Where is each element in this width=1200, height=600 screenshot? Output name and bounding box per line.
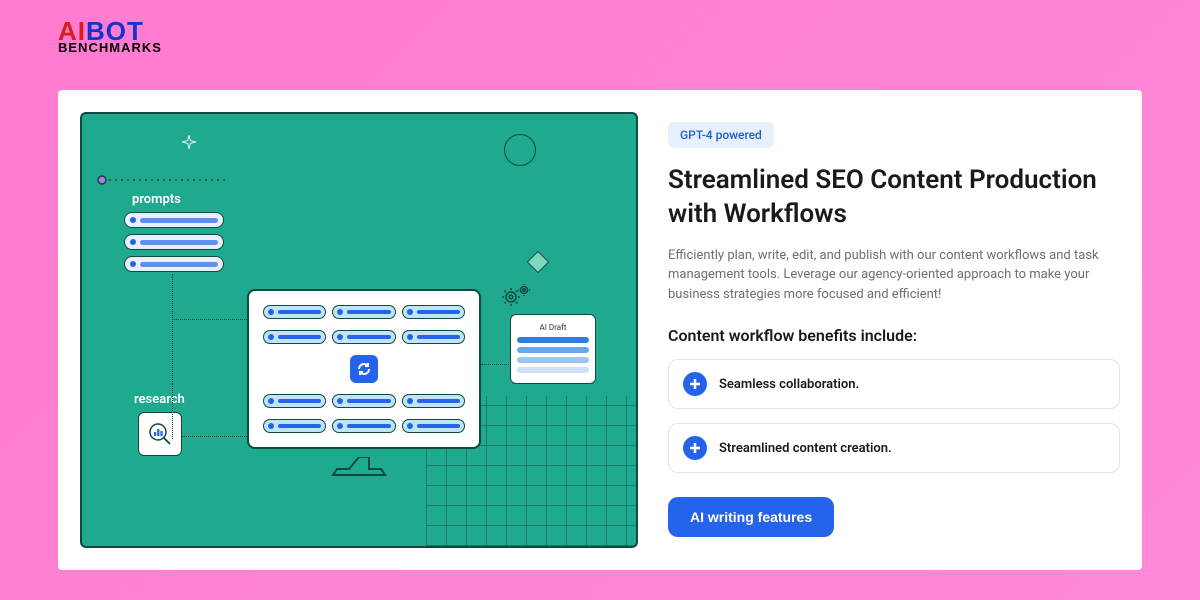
benefit-item[interactable]: Seamless collaboration. bbox=[668, 359, 1120, 409]
ai-writing-features-button[interactable]: AI writing features bbox=[668, 497, 834, 537]
workflow-illustration: prompts research bbox=[80, 112, 638, 548]
ai-draft-panel: AI Draft bbox=[510, 314, 596, 384]
refresh-icon bbox=[350, 355, 378, 383]
wire bbox=[172, 384, 173, 439]
draft-line bbox=[517, 337, 589, 343]
site-logo: AI BOT BENCHMARKS bbox=[58, 18, 162, 55]
content-column: GPT-4 powered Streamlined SEO Content Pr… bbox=[668, 112, 1120, 548]
section-heading: Streamlined SEO Content Production with … bbox=[668, 164, 1120, 232]
benefits-subheading: Content workflow benefits include: bbox=[668, 326, 1120, 345]
wire bbox=[172, 319, 247, 320]
ai-draft-title: AI Draft bbox=[517, 321, 589, 337]
research-icon bbox=[138, 412, 182, 456]
plus-icon bbox=[683, 436, 707, 460]
prompt-item bbox=[124, 256, 224, 272]
research-label: research bbox=[134, 392, 185, 407]
circle-decoration bbox=[504, 134, 536, 166]
wire bbox=[182, 436, 247, 437]
prompt-item bbox=[124, 234, 224, 250]
benefit-text: Seamless collaboration. bbox=[719, 377, 859, 392]
wire bbox=[172, 274, 173, 384]
benefit-text: Streamlined content creation. bbox=[719, 441, 892, 456]
gpt4-badge: GPT-4 powered bbox=[668, 122, 774, 148]
benefit-item[interactable]: Streamlined content creation. bbox=[668, 423, 1120, 473]
diamond-decoration bbox=[527, 251, 550, 274]
dot-path-decoration bbox=[97, 174, 237, 186]
monitor-illustration bbox=[247, 289, 481, 469]
prompt-item bbox=[124, 212, 224, 228]
monitor-stand bbox=[329, 457, 399, 487]
sparkle-icon bbox=[182, 134, 196, 148]
draft-line bbox=[517, 357, 589, 363]
draft-line bbox=[517, 347, 589, 353]
wire bbox=[481, 364, 511, 365]
feature-card: prompts research bbox=[58, 90, 1142, 570]
section-description: Efficiently plan, write, edit, and publi… bbox=[668, 246, 1120, 305]
draft-line bbox=[517, 367, 589, 373]
gear-icon bbox=[502, 284, 532, 310]
logo-tagline: BENCHMARKS bbox=[58, 40, 162, 55]
plus-icon bbox=[683, 372, 707, 396]
monitor-screen bbox=[247, 289, 481, 449]
prompts-label: prompts bbox=[132, 192, 181, 207]
